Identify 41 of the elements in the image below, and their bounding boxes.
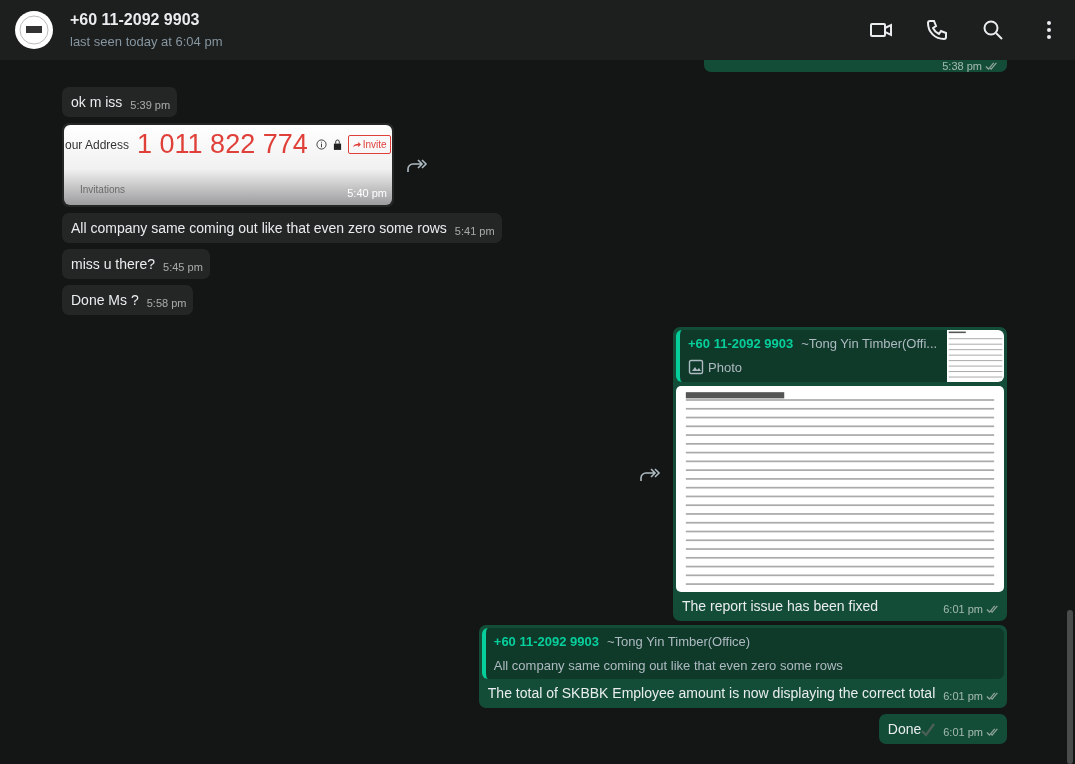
share-arrow-icon	[351, 141, 361, 148]
message-time: 5:58 pm	[146, 296, 187, 311]
address-label: our Address	[65, 136, 130, 154]
message-text: Done	[887, 720, 922, 739]
message-time: 6:01 pm	[943, 689, 983, 704]
scrollbar[interactable]	[1067, 610, 1073, 764]
screenshot-image[interactable]: our Address 1 011 822 774 Invite Invitations 5:40 pm	[64, 125, 392, 205]
info-icon	[315, 139, 327, 150]
forward-icon[interactable]	[406, 156, 428, 174]
message-text: ok m iss	[71, 93, 123, 112]
phone-icon[interactable]	[925, 18, 949, 42]
message-text: All company same coming out like that even zero some rows	[71, 219, 447, 238]
avatar[interactable]	[14, 10, 54, 50]
number-text: 1 011 822 774	[137, 131, 308, 158]
quoted-message[interactable]: +60 11-2092 9903 ~Tong Yin Timber(Office) All company same coming out like that even zero some rows	[481, 628, 1004, 679]
quote-sender: +60 11-2092 9903	[688, 335, 794, 353]
message-time: 5:38 pm	[942, 60, 982, 72]
message-text: The report issue has been fixed	[682, 597, 879, 616]
quoted-message[interactable]: +60 11-2092 9903 ~Tong Yin Timber(Offi... Photo	[676, 330, 1004, 382]
quote-text: Photo	[708, 358, 742, 377]
message-time: 6:01 pm	[943, 725, 983, 740]
contact-name: +60 11-2092 9903	[70, 10, 201, 31]
quote-sender: +60 11-2092 9903	[493, 633, 599, 651]
quote-name: ~Tong Yin Timber(Office)	[607, 633, 751, 651]
search-icon[interactable]	[981, 18, 1005, 42]
photo-icon	[688, 359, 704, 376]
quote-name: ~Tong Yin Timber(Offi...	[801, 335, 938, 353]
message-time: 5:39 pm	[130, 98, 171, 113]
quote-text: All company same coming out like that even zero some rows	[493, 656, 843, 675]
message-time: 5:41 pm	[454, 224, 495, 239]
message-time: 5:45 pm	[163, 260, 203, 275]
last-seen-status: last seen today at 6:04 pm	[70, 33, 224, 52]
message-time: 6:01 pm	[943, 602, 983, 617]
message-text: The total of SKBBK Employee amount is now displaying the correct total	[487, 684, 936, 703]
invite-button[interactable]: Invite	[347, 135, 391, 154]
lock-icon	[332, 139, 342, 150]
message-time: 5:40 pm	[347, 185, 387, 201]
forward-icon[interactable]	[639, 465, 661, 483]
message-text: miss u there?	[71, 255, 156, 274]
caption-text: Invitations	[80, 183, 126, 197]
message-text: Done Ms ?	[71, 291, 139, 310]
